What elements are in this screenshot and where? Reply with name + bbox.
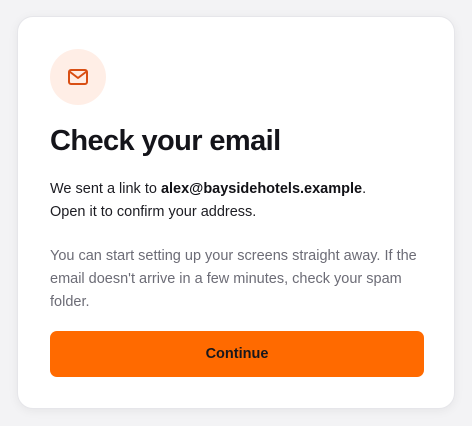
sent-link-message: We sent a link to alex@baysidehotels.exa… — [50, 178, 430, 224]
page-title: Check your email — [50, 125, 281, 157]
continue-button[interactable]: Continue — [50, 331, 424, 377]
message-prefix: We sent a link to — [50, 181, 161, 197]
mail-icon — [68, 69, 88, 85]
message-suffix: . — [362, 181, 367, 197]
mail-icon-badge — [50, 49, 106, 105]
verify-email-card: Check your email We sent a link to alex@… — [17, 16, 455, 409]
help-text: You can start setting up your screens st… — [50, 248, 417, 310]
email-address: alex@baysidehotels.example — [160, 181, 363, 197]
message-line2: Open it to confirm your address. — [50, 204, 257, 220]
